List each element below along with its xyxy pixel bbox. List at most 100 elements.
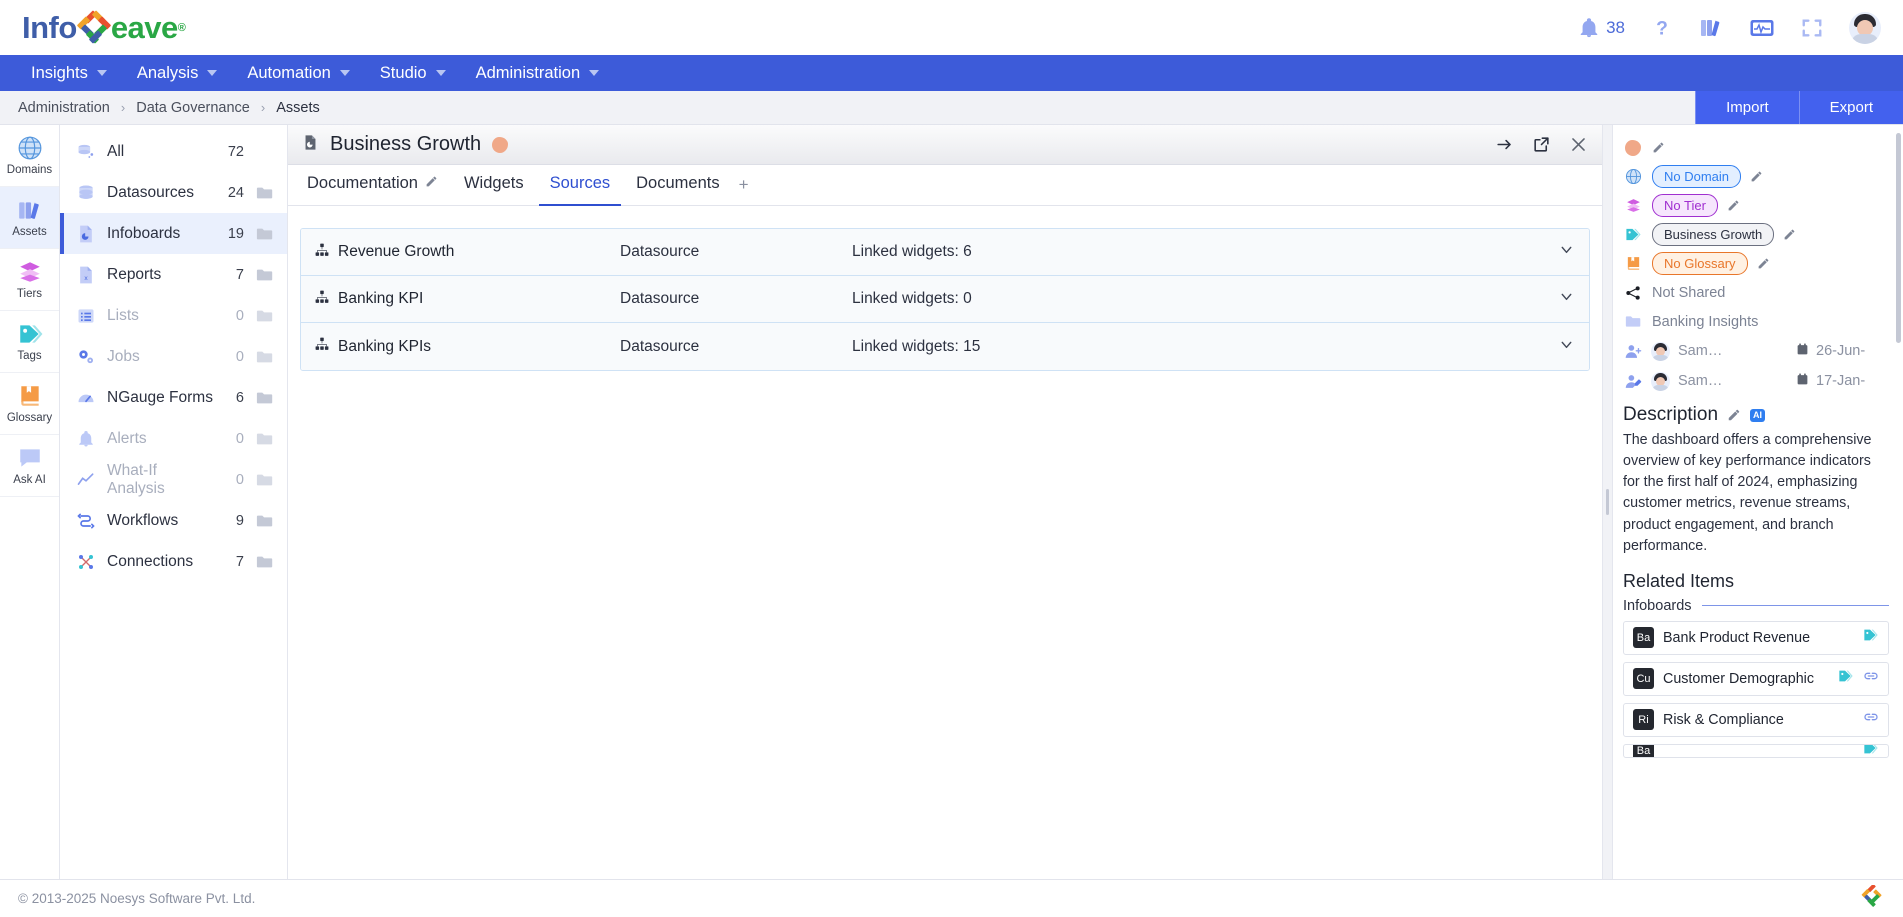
tag-icon[interactable] [1863, 744, 1879, 757]
collapse-right-icon[interactable] [1495, 135, 1514, 154]
top-bar: Info eave ® 38 ? [0, 0, 1903, 55]
tab-widgets[interactable]: Widgets [453, 164, 535, 206]
table-row[interactable]: Revenue Growth Datasource Linked widgets… [301, 229, 1589, 276]
tab-documents[interactable]: Documents [625, 164, 730, 206]
rail-item-glossary[interactable]: Glossary [0, 373, 59, 435]
ai-generate-button[interactable]: AI [1750, 408, 1766, 422]
source-name: Revenue Growth [338, 243, 455, 260]
table-row[interactable]: Banking KPIs Datasource Linked widgets: … [301, 323, 1589, 370]
source-linked-widgets: Linked widgets: 0 [852, 290, 972, 307]
asset-list-item-datasources[interactable]: Datasources 24 [60, 172, 287, 213]
created-by-name: Sam… [1678, 343, 1723, 359]
app-logo[interactable]: Info eave ® [22, 9, 186, 46]
tag-icon[interactable] [1838, 668, 1854, 689]
breadcrumb-item-assets[interactable]: Assets [276, 100, 320, 116]
asset-list-item-workflows[interactable]: Workflows 9 [60, 500, 287, 541]
asset-list-item-connections[interactable]: Connections 7 [60, 541, 287, 582]
folder-icon[interactable] [255, 554, 275, 570]
monitor-pulse-icon[interactable] [1749, 16, 1775, 40]
help-icon[interactable]: ? [1651, 16, 1673, 40]
rail-item-tiers[interactable]: Tiers [0, 249, 59, 311]
pencil-icon[interactable] [1727, 408, 1741, 422]
menu-label: Insights [31, 63, 88, 82]
rail-item-assets[interactable]: Assets [0, 187, 59, 249]
asset-list-item-lists[interactable]: Lists 0 [60, 295, 287, 336]
breadcrumb-item-data-governance[interactable]: Data Governance [136, 100, 250, 116]
weave-logo-icon [74, 9, 114, 46]
asset-list-item-what-if-analysis[interactable]: What-If Analysis 0 [60, 459, 287, 500]
list-item[interactable]: Ba Bank Product Revenue [1623, 620, 1889, 655]
folder-icon[interactable] [255, 226, 275, 242]
icon-rail: Domains Assets Tiers Tags Glossary Ask A… [0, 125, 60, 879]
chevron-down-icon[interactable] [1558, 241, 1575, 263]
rail-item-domains[interactable]: Domains [0, 125, 59, 187]
notifications-button[interactable]: 38 [1578, 17, 1625, 39]
copyright-text: © 2013-2025 Noesys Software Pvt. Ltd. [18, 891, 256, 906]
menu-item-administration[interactable]: Administration [463, 58, 613, 89]
folder-icon[interactable] [255, 308, 275, 324]
chevron-down-icon[interactable] [1558, 336, 1575, 358]
glossary-badge[interactable]: No Glossary [1652, 252, 1748, 275]
related-item-name: Customer Demographic [1663, 670, 1814, 687]
pencil-icon[interactable] [1652, 141, 1665, 154]
menu-item-automation[interactable]: Automation [234, 58, 362, 89]
rail-label: Tags [17, 350, 42, 362]
avatar[interactable] [1849, 11, 1881, 44]
asset-list-item-jobs[interactable]: Jobs 0 [60, 336, 287, 377]
link-icon[interactable] [1863, 668, 1879, 689]
metadata-sidebar: No Domain No Tier Business Growth No Glo… [1603, 125, 1903, 879]
table-row[interactable]: Banking KPI Datasource Linked widgets: 0 [301, 276, 1589, 323]
tab-label: Sources [549, 174, 611, 192]
sidebar-resize-handle[interactable] [1603, 125, 1613, 879]
tier-badge[interactable]: No Tier [1652, 194, 1718, 217]
list-item[interactable]: Ba [1623, 743, 1889, 758]
folder-icon[interactable] [255, 185, 275, 201]
tab-sources[interactable]: Sources [538, 164, 622, 206]
folder-name: Banking Insights [1652, 313, 1759, 330]
folder-icon[interactable] [255, 349, 275, 365]
menu-item-insights[interactable]: Insights [18, 58, 120, 89]
asset-list-item-all[interactable]: All 72 [60, 131, 287, 172]
folder-icon[interactable] [255, 390, 275, 406]
pencil-icon[interactable] [1757, 257, 1770, 270]
list-item[interactable]: Ri Risk & Compliance [1623, 702, 1889, 737]
modified-date: 17-Jan- [1796, 373, 1865, 390]
asset-list-item-ngauge-forms[interactable]: NGauge Forms 6 [60, 377, 287, 418]
list-item[interactable]: Cu Customer Demographic [1623, 661, 1889, 696]
pencil-icon[interactable] [425, 174, 438, 193]
tab-documentation[interactable]: Documentation [296, 164, 449, 206]
avatar [1651, 341, 1670, 361]
asset-list-item-alerts[interactable]: Alerts 0 [60, 418, 287, 459]
export-button[interactable]: Export [1798, 91, 1903, 124]
folder-icon[interactable] [255, 267, 275, 283]
avatar [1651, 371, 1670, 391]
domain-badge[interactable]: No Domain [1652, 165, 1742, 188]
chevron-down-icon[interactable] [1558, 288, 1575, 310]
asset-list-item-reports[interactable]: x Reports 7 [60, 254, 287, 295]
sidebar-scrollbar[interactable] [1896, 133, 1901, 343]
menu-item-analysis[interactable]: Analysis [124, 58, 230, 89]
library-icon[interactable] [1699, 16, 1723, 40]
close-icon[interactable] [1569, 135, 1588, 154]
folder-icon[interactable] [255, 472, 275, 488]
description-text: The dashboard offers a comprehensive ove… [1623, 432, 1872, 554]
import-button[interactable]: Import [1695, 91, 1799, 124]
folder-icon[interactable] [255, 513, 275, 529]
rail-item-ask-ai[interactable]: Ask AI [0, 435, 59, 497]
rail-item-tags[interactable]: Tags [0, 311, 59, 373]
pencil-icon[interactable] [1783, 228, 1796, 241]
menu-item-studio[interactable]: Studio [367, 58, 459, 89]
pencil-icon[interactable] [1727, 199, 1740, 212]
breadcrumb-item-administration[interactable]: Administration [18, 100, 110, 116]
folder-icon[interactable] [255, 431, 275, 447]
link-icon[interactable] [1863, 709, 1879, 730]
tag-badge[interactable]: Business Growth [1652, 223, 1775, 246]
open-external-icon[interactable] [1532, 135, 1551, 154]
asset-list-count: 0 [235, 307, 244, 324]
asset-list-count: 7 [235, 266, 244, 283]
pencil-icon[interactable] [1750, 170, 1763, 183]
asset-list-item-infoboards[interactable]: Infoboards 19 [60, 213, 287, 254]
add-tab-button[interactable]: + [735, 175, 753, 195]
tag-icon[interactable] [1863, 627, 1879, 648]
fullscreen-icon[interactable] [1801, 17, 1823, 39]
